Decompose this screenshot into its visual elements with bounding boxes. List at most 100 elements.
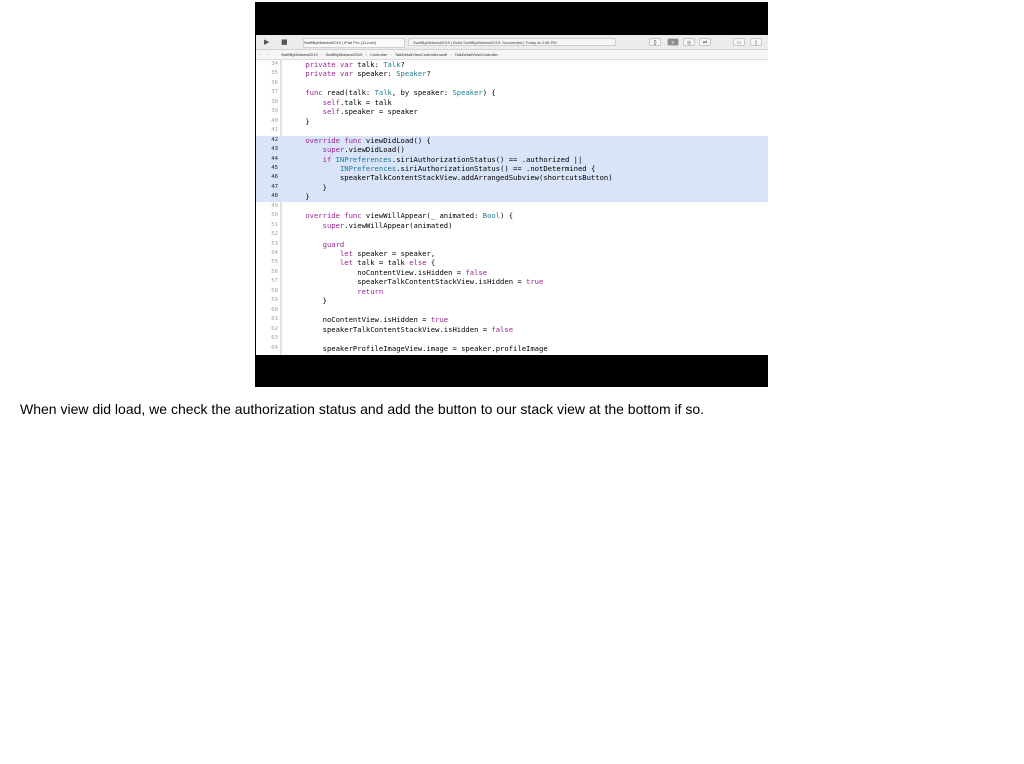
jump-bar: ‹ › SwiftByMidwest2019 › SwiftByMidwest2…	[256, 50, 768, 60]
code-line[interactable]: 34 private var talk: Talk?	[256, 60, 768, 70]
assistant-editor-button[interactable]: ◎	[683, 38, 695, 46]
code-line[interactable]: 45 INPreferences.siriAuthorizationStatus…	[256, 163, 768, 174]
activity-viewer: SwiftByMidwest2019 | Build SwiftByMidwes…	[408, 38, 616, 46]
code-text: super.viewDidLoad()	[322, 145, 405, 155]
code-line[interactable]: 47 }	[256, 182, 768, 193]
code-text: self.talk = talk	[322, 97, 392, 107]
code-text: guard	[322, 239, 345, 249]
jumpbar-item-group[interactable]: SwiftByMidwest2019	[325, 50, 362, 59]
stop-icon[interactable]: ■	[281, 38, 288, 46]
code-line[interactable]: 44 if INPreferences.siriAuthorizationSta…	[256, 154, 768, 165]
line-number: 45	[271, 164, 278, 171]
code-text: }	[288, 182, 327, 192]
code-text: speakerTalkContentStackView.isHidden = f…	[322, 324, 514, 334]
code-line[interactable]: 52	[256, 230, 768, 240]
line-number: 44	[271, 155, 278, 162]
code-text: func read(talk: Talk, by speaker: Speake…	[305, 88, 496, 98]
code-text: private var speaker: Speaker?	[305, 69, 431, 79]
line-number: 60	[271, 306, 278, 313]
inspector-toggle-button[interactable]: ▯	[750, 38, 762, 46]
line-number: 48	[271, 193, 278, 200]
forward-icon[interactable]: ›	[266, 50, 267, 59]
code-line[interactable]: 42 override func viewDidLoad() {	[256, 135, 768, 146]
code-line[interactable]: 35 private var speaker: Speaker?	[256, 69, 768, 79]
jumpbar-item-project[interactable]: SwiftByMidwest2019	[281, 50, 318, 59]
line-number: 35	[271, 70, 278, 77]
code-text: noContentView.isHidden = true	[322, 315, 449, 325]
code-line[interactable]: 56 noContentView.isHidden = false	[256, 268, 768, 278]
code-line[interactable]: 37 func read(talk: Talk, by speaker: Spe…	[256, 88, 768, 98]
line-number: 59	[271, 297, 278, 304]
line-number: 39	[271, 108, 278, 115]
code-line[interactable]: 48 }	[256, 192, 768, 202]
chevron-right-icon: ›	[450, 52, 452, 57]
code-editor[interactable]: 34 private var talk: Talk? 35 private var…	[256, 60, 768, 355]
code-text: let talk = talk else {	[339, 258, 436, 268]
line-number: 50	[271, 212, 278, 219]
run-icon[interactable]: ▶	[264, 38, 269, 46]
version-editor-button[interactable]: ⇄	[699, 38, 711, 46]
line-number: 61	[271, 316, 278, 323]
code-text: }	[288, 116, 310, 126]
code-line[interactable]: 64 speakerProfileImageView.image = speak…	[256, 344, 768, 354]
code-text: super.viewWillAppear(animated)	[322, 220, 453, 230]
code-line[interactable]: 50 override func viewWillAppear(_ animat…	[256, 211, 768, 221]
code-line[interactable]: 61 noContentView.isHidden = true	[256, 315, 768, 325]
line-number: 57	[271, 278, 278, 285]
code-text: speakerTalkContentStackView.isHidden = t…	[357, 277, 544, 287]
line-number: 49	[271, 202, 278, 209]
code-line[interactable]: 57 speakerTalkContentStackView.isHidden …	[256, 277, 768, 287]
code-line[interactable]: 63	[256, 334, 768, 344]
navigator-toggle-button[interactable]: ▭	[733, 38, 745, 46]
line-number: 37	[271, 89, 278, 96]
line-number: 38	[271, 98, 278, 105]
code-line[interactable]: 51 super.viewWillAppear(animated)	[256, 221, 768, 231]
jumpbar-item-file[interactable]: TalkDetailViewController.swift	[395, 50, 447, 59]
line-number: 64	[271, 344, 278, 351]
xcode-window: ▶ ■ SwiftByMidwest2019 | iPad Pro (11-in…	[256, 35, 768, 355]
code-text: let speaker = speaker,	[339, 249, 436, 258]
jumpbar-item-class[interactable]: TalkDetailViewController	[455, 50, 498, 59]
code-text: self.speaker = speaker	[322, 107, 418, 117]
chevron-right-icon: ›	[365, 52, 367, 57]
line-number: 56	[271, 268, 278, 275]
code-text: return	[357, 286, 384, 296]
line-number: 34	[271, 61, 278, 67]
chevron-right-icon: ›	[390, 52, 392, 57]
standard-editor-button[interactable]: ≡	[667, 38, 679, 46]
line-number: 58	[271, 287, 278, 294]
code-line[interactable]: 40 }	[256, 117, 768, 127]
slide-image: ▶ ■ SwiftByMidwest2019 | iPad Pro (11-in…	[255, 2, 768, 387]
code-text: override func viewWillAppear(_ animated:…	[305, 211, 514, 221]
line-number: 41	[271, 127, 278, 134]
line-number: 51	[271, 221, 278, 228]
line-number: 46	[271, 174, 278, 181]
jumpbar-item-folder[interactable]: Controller	[370, 50, 387, 59]
line-number: 52	[271, 231, 278, 238]
code-line[interactable]: 36	[256, 79, 768, 89]
code-line[interactable]: 39 self.speaker = speaker	[256, 107, 768, 117]
code-line[interactable]: 55 let talk = talk else {	[256, 258, 768, 268]
line-number: 53	[271, 240, 278, 247]
code-text: speakerTalkContentStackView.addArrangedS…	[339, 173, 613, 183]
chevron-right-icon: ›	[320, 52, 323, 57]
code-line[interactable]: 58 return	[256, 287, 768, 297]
code-line[interactable]: 38 self.talk = talk	[256, 98, 768, 108]
slide-caption: When view did load, we check the authori…	[20, 401, 705, 417]
code-text: }	[288, 192, 310, 202]
code-line[interactable]: 62 speakerTalkContentStackView.isHidden …	[256, 325, 768, 335]
code-line[interactable]: 54 let speaker = speaker,	[256, 249, 768, 259]
back-icon[interactable]: ‹	[260, 50, 261, 59]
code-line[interactable]: 46 speakerTalkContentStackView.addArrang…	[256, 173, 768, 183]
code-line[interactable]: 41	[256, 126, 768, 136]
line-number: 62	[271, 325, 278, 332]
code-line[interactable]: 60	[256, 306, 768, 316]
scheme-selector[interactable]: SwiftByMidwest2019 | iPad Pro (11-inch)	[303, 38, 405, 48]
code-line[interactable]: 43 super.viewDidLoad()	[256, 145, 768, 155]
code-line[interactable]: 49	[256, 202, 768, 212]
library-button[interactable]: {}	[649, 38, 661, 46]
code-line[interactable]: 53 guard	[256, 240, 768, 250]
xcode-toolbar: ▶ ■ SwiftByMidwest2019 | iPad Pro (11-in…	[256, 35, 768, 50]
code-line[interactable]: 59 }	[256, 296, 768, 306]
line-number: 47	[271, 183, 278, 190]
